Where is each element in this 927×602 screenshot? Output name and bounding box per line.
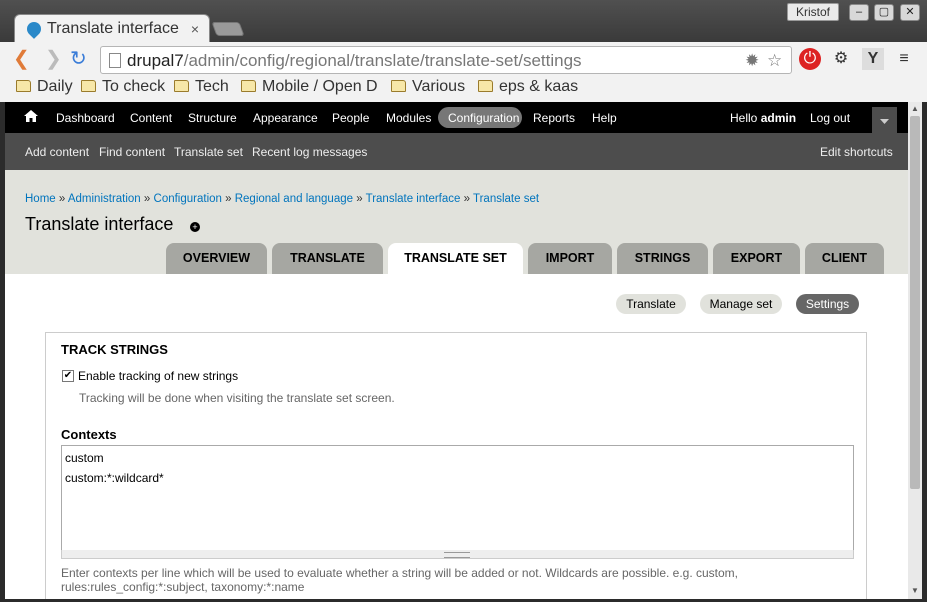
chevron-down-icon: [880, 119, 889, 124]
reload-icon[interactable]: ↻: [70, 49, 87, 69]
new-tab-button[interactable]: [211, 22, 245, 36]
page-content: Dashboard Content Structure Appearance P…: [5, 102, 908, 599]
breadcrumb-regional[interactable]: Regional and language: [235, 193, 353, 205]
scroll-down-arrow-icon[interactable]: ▼: [911, 586, 919, 595]
tab-translate[interactable]: Translate: [272, 243, 383, 274]
url-text[interactable]: drupal7/admin/config/regional/translate/…: [127, 51, 582, 71]
tab-translate-set[interactable]: Translate set: [388, 243, 523, 275]
page-title: Translate interface: [25, 214, 174, 234]
tab-strings[interactable]: Strings: [617, 243, 708, 274]
enable-tracking-label[interactable]: Enable tracking of new strings: [78, 369, 238, 383]
bookmark-folder[interactable]: Daily: [16, 78, 73, 96]
subtab-translate[interactable]: Translate: [616, 294, 686, 314]
bookmark-folder[interactable]: Tech: [174, 78, 229, 96]
maximize-button[interactable]: ▢: [874, 4, 894, 21]
edit-shortcuts-link[interactable]: Edit shortcuts: [820, 145, 893, 159]
primary-tabs: Overview Translate Translate set Import …: [5, 243, 908, 275]
folder-icon: [174, 80, 189, 92]
settings-gear-small-icon[interactable]: ✹: [745, 51, 759, 71]
logout-link[interactable]: Log out: [810, 111, 850, 125]
admin-menu-modules[interactable]: Modules: [386, 111, 431, 125]
admin-menu-structure[interactable]: Structure: [188, 111, 237, 125]
add-shortcut-icon[interactable]: +: [190, 222, 200, 232]
profile-user-badge[interactable]: Kristof: [787, 3, 839, 21]
admin-menu-dashboard[interactable]: Dashboard: [56, 111, 115, 125]
admin-menu-help[interactable]: Help: [592, 111, 617, 125]
drupal-favicon-icon: [24, 19, 44, 39]
folder-icon: [16, 80, 31, 92]
bookmark-folder[interactable]: Various: [391, 78, 465, 96]
contexts-description-line-2: rules:rules_config:*:subject, taxonomy:*…: [61, 580, 305, 594]
home-icon[interactable]: [24, 110, 38, 122]
forward-arrow-icon[interactable]: ❯: [45, 49, 62, 69]
textarea-line: custom:*:wildcard*: [65, 471, 164, 485]
bookmark-folder[interactable]: eps & kaas: [478, 78, 578, 96]
browser-tab[interactable]: Translate interface ×: [14, 14, 210, 44]
shortcut-add-content[interactable]: Add content: [25, 145, 89, 159]
vertical-scrollbar[interactable]: ▲ ▼: [908, 102, 922, 599]
admin-menu-appearance[interactable]: Appearance: [253, 111, 318, 125]
scroll-up-arrow-icon[interactable]: ▲: [911, 104, 919, 113]
breadcrumb-home[interactable]: Home: [25, 193, 56, 205]
admin-menu-reports[interactable]: Reports: [533, 111, 575, 125]
textarea-line: custom: [65, 451, 104, 465]
tab-import[interactable]: Import: [528, 243, 612, 274]
browser-toolbar: ❮ ❯ ↻ drupal7/admin/config/regional/tran…: [0, 42, 927, 76]
folder-icon: [391, 80, 406, 92]
textarea-resize-handle[interactable]: [61, 550, 854, 559]
bookmark-folder[interactable]: To check: [81, 78, 165, 96]
shortcut-recent-log[interactable]: Recent log messages: [252, 145, 367, 159]
folder-icon: [81, 80, 96, 92]
admin-menu-people[interactable]: People: [332, 111, 369, 125]
bookmark-star-icon[interactable]: ☆: [767, 51, 782, 71]
subtab-settings[interactable]: Settings: [796, 294, 859, 314]
tab-title: Translate interface: [47, 20, 179, 37]
y-extension-icon[interactable]: Y: [862, 48, 884, 70]
contexts-label: Contexts: [61, 427, 117, 442]
folder-icon: [241, 80, 256, 92]
breadcrumb-administration[interactable]: Administration: [68, 193, 141, 205]
hello-user: Hello admin: [730, 111, 797, 125]
breadcrumb: Home » Administration » Configuration » …: [25, 193, 540, 205]
contexts-textarea[interactable]: custom custom:*:wildcard*: [61, 445, 854, 551]
contexts-description-line-1: Enter contexts per line which will be us…: [61, 566, 739, 580]
back-arrow-icon[interactable]: ❮: [13, 49, 30, 69]
subtab-manage-set[interactable]: Manage set: [700, 294, 782, 314]
browser-titlebar: Translate interface × Kristof – ▢ ✕: [0, 0, 927, 44]
admin-menu-configuration[interactable]: Configuration: [448, 111, 519, 125]
tab-overview[interactable]: Overview: [166, 243, 267, 274]
admin-menu-content[interactable]: Content: [130, 111, 172, 125]
tracking-description: Tracking will be done when visiting the …: [79, 391, 395, 405]
gear-icon[interactable]: ⚙: [830, 48, 852, 70]
shortcuts-bar: Add content Find content Translate set R…: [5, 133, 908, 170]
fieldset-legend: Track strings: [61, 342, 168, 357]
folder-icon: [478, 80, 493, 92]
enable-tracking-checkbox[interactable]: ✔: [62, 370, 74, 382]
username[interactable]: admin: [761, 111, 796, 125]
breadcrumb-translate-set[interactable]: Translate set: [473, 193, 539, 205]
shortcuts-toggle-button[interactable]: [872, 107, 897, 133]
tab-close-icon[interactable]: ×: [191, 21, 199, 37]
track-strings-fieldset: Track strings ✔ Enable tracking of new s…: [45, 332, 867, 599]
bookmark-folder[interactable]: Mobile / Open D: [241, 78, 381, 96]
minimize-button[interactable]: –: [849, 4, 869, 21]
stop-extension-icon[interactable]: ⏻: [799, 48, 821, 70]
breadcrumb-translate-interface[interactable]: Translate interface: [366, 193, 461, 205]
page-icon: [109, 53, 121, 68]
bookmarks-bar: Daily To check Tech Mobile / Open D Vari…: [0, 76, 927, 102]
tab-client[interactable]: Client: [805, 243, 884, 274]
close-window-button[interactable]: ✕: [900, 4, 920, 21]
menu-icon[interactable]: ≡: [893, 48, 915, 70]
address-bar[interactable]: drupal7/admin/config/regional/translate/…: [100, 46, 792, 74]
shortcut-find-content[interactable]: Find content: [99, 145, 165, 159]
tab-export[interactable]: Export: [713, 243, 800, 274]
admin-toolbar: Dashboard Content Structure Appearance P…: [5, 102, 908, 133]
shortcut-translate-set[interactable]: Translate set: [174, 145, 243, 159]
breadcrumb-configuration[interactable]: Configuration: [154, 193, 222, 205]
scrollbar-thumb[interactable]: [910, 116, 920, 489]
page-header: Home » Administration » Configuration » …: [5, 170, 908, 275]
